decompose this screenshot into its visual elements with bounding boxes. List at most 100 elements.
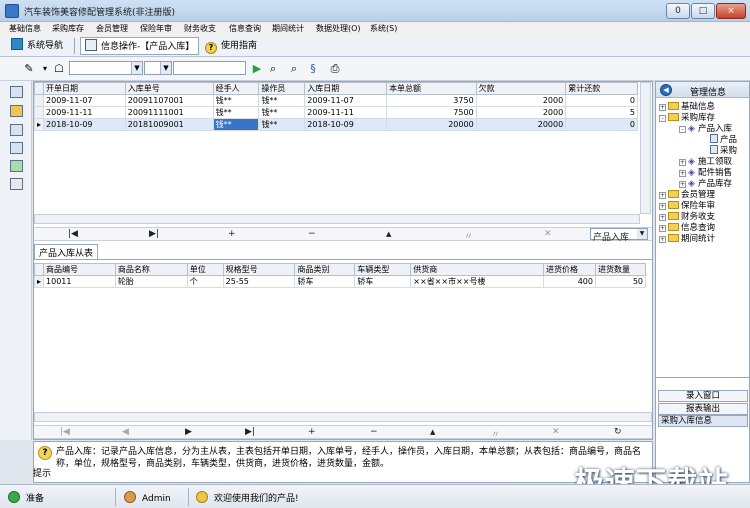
table-cell[interactable]: 0 — [565, 94, 638, 107]
first-record-button[interactable]: |◀ — [60, 427, 70, 437]
document-icon[interactable] — [10, 142, 23, 154]
tools-icon[interactable] — [10, 105, 23, 117]
column-header[interactable]: 车辆类型 — [354, 263, 412, 276]
column-header[interactable]: 开单日期 — [43, 82, 126, 95]
column-header[interactable]: 进货数量 — [594, 263, 647, 276]
purchase-inbound-info-button[interactable]: 采购入库信息 — [658, 415, 748, 427]
column-header[interactable]: 入库单号 — [124, 82, 214, 95]
tree-node-member[interactable]: + 会员管理 — [659, 188, 749, 200]
report-output-button[interactable]: 报表输出 — [658, 403, 748, 415]
column-header[interactable]: 累计还款 — [565, 82, 638, 95]
column-header[interactable]: 商品名称 — [114, 263, 188, 276]
tree-node-construction[interactable]: + ◈ 施工领取 — [659, 155, 749, 167]
collapse-icon[interactable]: ◀ — [660, 84, 672, 96]
operator-select[interactable]: ▼ — [144, 61, 172, 75]
expand-icon[interactable]: + — [679, 159, 686, 166]
table-cell[interactable]: 0 — [565, 118, 638, 131]
master-vertical-scrollbar[interactable] — [640, 82, 651, 214]
table-cell[interactable]: 钱** — [212, 94, 260, 107]
table-cell[interactable]: ××省××市××号楼 — [410, 275, 545, 288]
table-cell[interactable]: 7500 — [386, 106, 477, 119]
column-header[interactable]: 单位 — [186, 263, 224, 276]
column-header[interactable]: 商品编号 — [43, 263, 116, 276]
tab-info-operation[interactable]: 信息操作-【产品入库】 — [80, 37, 200, 55]
menu-member[interactable]: 会员管理 — [96, 23, 128, 34]
next-record-button[interactable]: ▶ — [185, 427, 192, 437]
tab-system-nav[interactable]: 系统导航 — [11, 37, 63, 55]
menu-basic-info[interactable]: 基础信息 — [9, 23, 41, 34]
menu-insurance[interactable]: 保险年审 — [140, 23, 172, 34]
table-cell[interactable]: 轿车 — [294, 275, 356, 288]
table-row[interactable]: 2009-11-11 20091111001 钱** 钱** 2009-11-1… — [33, 106, 638, 119]
table-cell[interactable]: 钱** — [258, 94, 306, 107]
table-cell[interactable]: 20181009001 — [124, 118, 214, 131]
tree-node-purchase-stock[interactable]: - 采购库存 — [659, 111, 749, 123]
expand-icon[interactable]: + — [679, 181, 686, 188]
add-record-button[interactable]: + — [228, 229, 236, 239]
table-cell[interactable]: 20091111001 — [124, 106, 214, 119]
tree-node-query[interactable]: + 信息查询 — [659, 221, 749, 233]
tab-detail-table[interactable]: 产品入库从表 — [34, 244, 99, 260]
cancel-edit-button[interactable]: ✕ — [544, 229, 552, 239]
expand-icon[interactable]: + — [659, 192, 666, 199]
search-value-input[interactable] — [173, 61, 246, 75]
collapse-icon[interactable]: - — [679, 126, 686, 133]
user-filter-icon[interactable]: ☖ — [52, 62, 66, 76]
detail-horizontal-scrollbar[interactable] — [34, 412, 652, 422]
table-cell[interactable]: 5 — [565, 106, 638, 119]
pencil-icon[interactable]: ✎ — [22, 62, 36, 76]
refresh-icon[interactable]: ↻ — [614, 427, 622, 437]
table-cell[interactable]: 25-55 — [222, 275, 296, 288]
cancel-edit-button[interactable]: ✕ — [552, 427, 560, 437]
prev-record-button[interactable]: ◀ — [122, 427, 129, 437]
table-cell[interactable]: 400 — [543, 275, 596, 288]
search-all-icon[interactable]: ⌕ — [287, 62, 301, 76]
monitor-icon[interactable] — [10, 86, 23, 98]
menu-statistics[interactable]: 期间统计 — [272, 23, 304, 34]
column-header[interactable]: 商品类别 — [294, 263, 356, 276]
expand-icon[interactable]: + — [659, 236, 666, 243]
table-cell[interactable]: 钱** — [212, 106, 260, 119]
refresh-icon[interactable]: § — [306, 62, 320, 76]
delete-record-button[interactable]: − — [308, 229, 316, 239]
tree-node-statistics[interactable]: + 期间统计 — [659, 232, 749, 244]
table-row[interactable]: ▸ 10011 轮胎 个 25-55 轿车 轿车 ××省××市××号楼 400 … — [33, 275, 647, 288]
menu-finance[interactable]: 财务收支 — [184, 23, 216, 34]
table-cell[interactable]: 轿车 — [354, 275, 412, 288]
first-record-button[interactable]: |◀ — [68, 229, 78, 239]
table-cell[interactable]: 20000 — [475, 118, 567, 131]
close-button[interactable]: × — [716, 3, 746, 19]
tree-node-insurance[interactable]: + 保险年审 — [659, 199, 749, 211]
menu-system[interactable]: 系统(S) — [370, 23, 397, 34]
tree-node-product-stock[interactable]: + ◈ 产品库存 — [659, 177, 749, 189]
column-header[interactable]: 入库日期 — [304, 82, 388, 95]
table-row-selected[interactable]: ▸ 2018-10-09 20181009001 钱** 钱** 2018-10… — [33, 118, 638, 131]
table-cell[interactable]: 10011 — [43, 275, 116, 288]
column-header[interactable]: 操作员 — [258, 82, 306, 95]
expand-icon[interactable]: + — [659, 214, 666, 221]
trash-icon[interactable] — [10, 178, 23, 190]
print-icon[interactable]: ⎙ — [328, 62, 342, 76]
form-select[interactable]: 产品入库 ▼ — [590, 228, 648, 243]
expand-icon[interactable]: + — [659, 225, 666, 232]
table-cell[interactable]: 50 — [594, 275, 647, 288]
run-icon[interactable]: ▶ — [250, 62, 264, 76]
menu-purchase-stock[interactable]: 采购库存 — [52, 23, 84, 34]
table-cell[interactable]: 钱** — [258, 106, 306, 119]
column-header[interactable]: 经手人 — [212, 82, 260, 95]
move-up-button[interactable]: ▲ — [386, 230, 391, 238]
tab-user-guide[interactable]: ? 使用指南 — [205, 37, 257, 55]
table-cell-active[interactable]: 钱** — [212, 118, 260, 131]
table-cell[interactable]: 轮胎 — [114, 275, 188, 288]
search-icon[interactable]: ⌕ — [266, 62, 280, 76]
table-cell[interactable]: 2000 — [475, 106, 567, 119]
table-cell[interactable]: 钱** — [258, 118, 306, 131]
table-cell[interactable]: 2018-10-09 — [304, 118, 388, 131]
expand-icon[interactable]: + — [659, 203, 666, 210]
expand-icon[interactable]: + — [679, 170, 686, 177]
expand-icon[interactable]: + — [659, 104, 666, 111]
last-record-button[interactable]: ▶| — [149, 229, 159, 239]
last-record-button[interactable]: ▶| — [245, 427, 255, 437]
edit-record-button[interactable]: 〃 — [491, 427, 500, 440]
table-cell[interactable]: 个 — [186, 275, 224, 288]
